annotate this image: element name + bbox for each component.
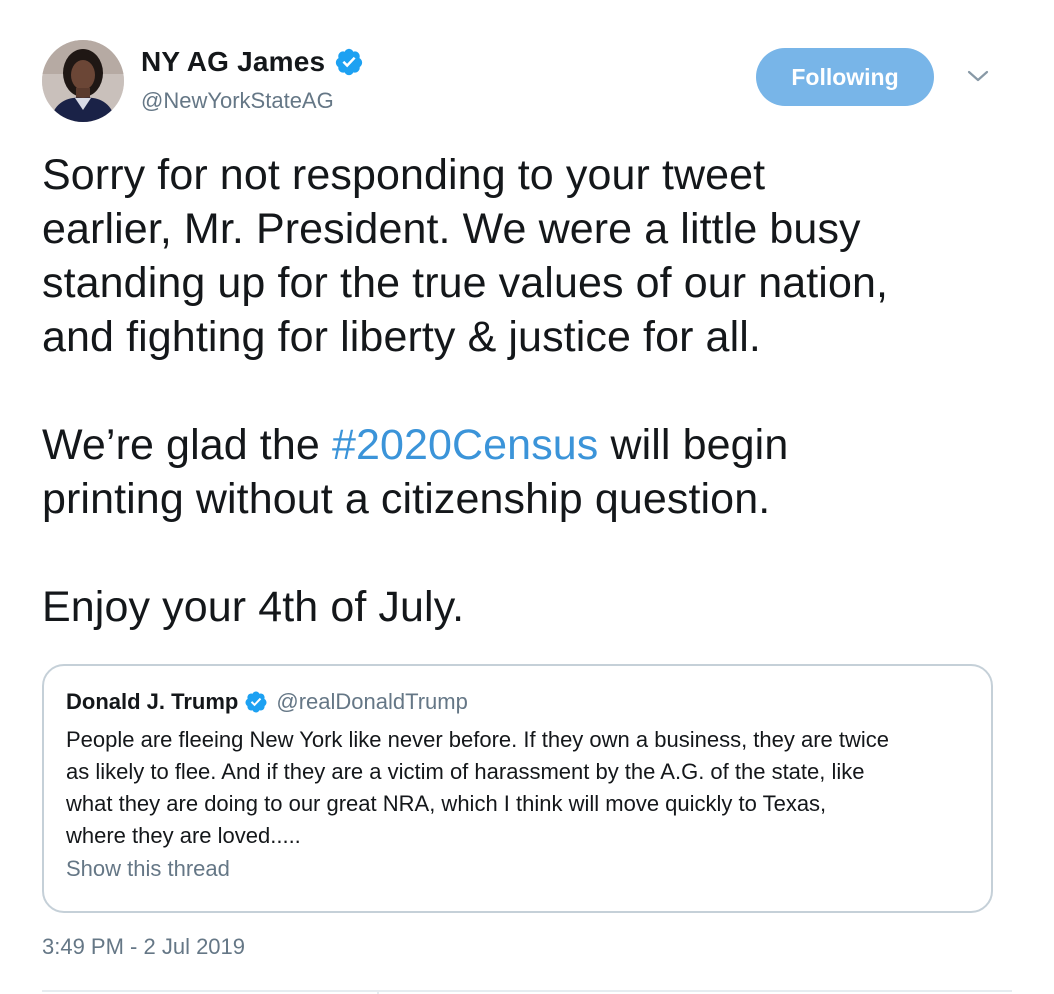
verified-badge-icon <box>245 691 267 713</box>
quoted-author-name[interactable]: Donald J. Trump <box>66 689 238 715</box>
quoted-tweet-line: People are fleeing New York like never b… <box>66 727 890 752</box>
author-name[interactable]: NY AG James <box>141 46 325 78</box>
divider-tick <box>377 990 379 994</box>
chevron-down-icon[interactable] <box>966 64 990 88</box>
avatar-photo-icon <box>42 40 124 122</box>
tweet-line: standing up for the true values of our n… <box>42 259 889 307</box>
show-thread-link[interactable]: Show this thread <box>66 856 230 882</box>
tweet-header: NY AG James @NewYorkStateAG Following <box>42 40 1012 122</box>
quoted-tweet-text: People are fleeing New York like never b… <box>66 724 971 852</box>
hashtag-link[interactable]: #2020Census <box>332 421 598 469</box>
quoted-tweet-line: what they are doing to our great NRA, wh… <box>66 791 827 816</box>
verified-badge-icon <box>336 48 363 76</box>
tweet-timestamp[interactable]: 3:49 PM - 2 Jul 2019 <box>42 934 245 960</box>
quoted-tweet-line: where they are loved..... <box>66 823 301 848</box>
following-button[interactable]: Following <box>756 48 934 106</box>
tweet-line: Sorry for not responding to your tweet <box>42 151 766 199</box>
author-name-row: NY AG James <box>141 45 364 79</box>
tweet-line: printing without a citizenship question. <box>42 475 771 523</box>
tweet-text: Sorry for not responding to your tweet e… <box>42 148 997 634</box>
quoted-tweet-header: Donald J. Trump @realDonaldTrump <box>66 688 468 716</box>
tweet-line: Enjoy your 4th of July. <box>42 583 465 631</box>
author-handle[interactable]: @NewYorkStateAG <box>141 88 364 114</box>
author-block: NY AG James @NewYorkStateAG <box>141 45 364 114</box>
tweet-text-before-hashtag: We’re glad the <box>42 421 332 469</box>
tweet-line-with-hashtag: We’re glad the #2020Census will begin <box>42 418 997 472</box>
divider <box>42 990 1012 992</box>
tweet-text-after-hashtag: will begin <box>598 421 789 469</box>
quoted-tweet-line: as likely to flee. And if they are a vic… <box>66 759 865 784</box>
avatar[interactable] <box>42 40 124 122</box>
tweet-line: earlier, Mr. President. We were a little… <box>42 205 861 253</box>
tweet-line: and fighting for liberty & justice for a… <box>42 313 761 361</box>
quoted-author-handle[interactable]: @realDonaldTrump <box>276 689 467 715</box>
quoted-tweet-card[interactable]: Donald J. Trump @realDonaldTrump People … <box>42 664 993 913</box>
